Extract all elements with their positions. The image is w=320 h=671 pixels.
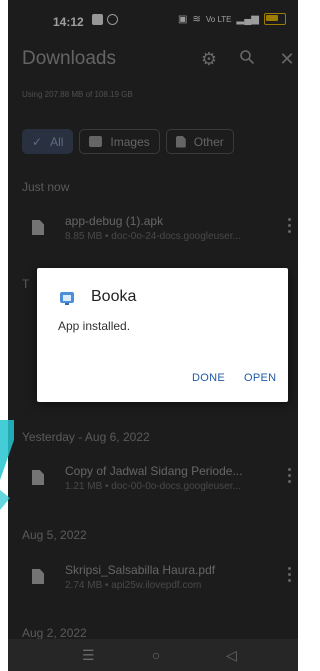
dialog-message: App installed.	[58, 319, 131, 333]
back-icon[interactable]: ◁	[226, 647, 237, 664]
accent-decoration	[0, 420, 14, 510]
install-dialog: Booka App installed. DONE OPEN	[37, 268, 288, 402]
recent-apps-icon[interactable]: ☰	[82, 647, 95, 664]
open-button[interactable]: OPEN	[244, 372, 276, 384]
home-icon[interactable]: ○	[152, 647, 160, 663]
booka-app-icon	[60, 292, 74, 305]
navigation-bar: ☰ ○ ◁	[8, 639, 298, 671]
done-button[interactable]: DONE	[192, 372, 225, 384]
dialog-app-name: Booka	[91, 288, 137, 305]
phone-screen: 14:12 ▣ ≋ Vo LTE ▂▄▆ Downloads ⚙ ✕ Using…	[8, 0, 298, 671]
